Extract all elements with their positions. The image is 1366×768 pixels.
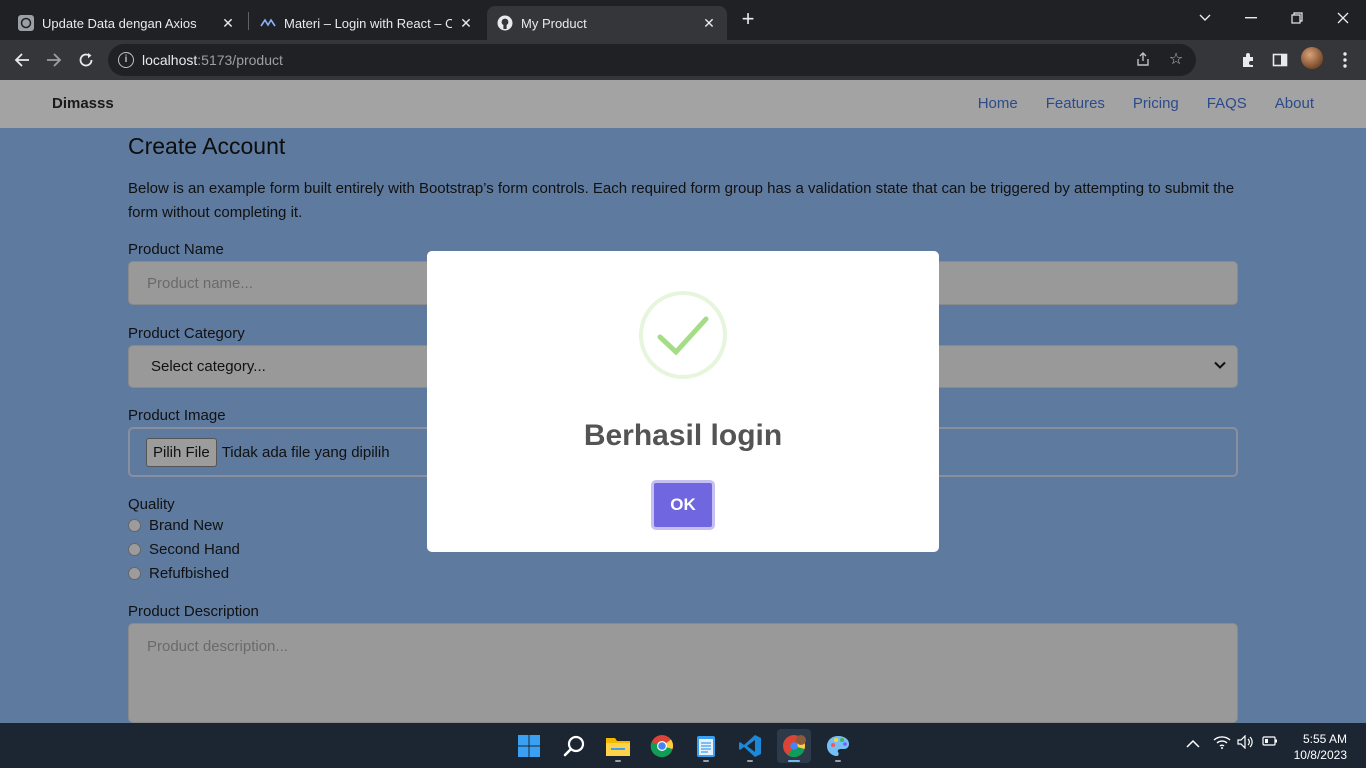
bookmark-star-icon[interactable]: ☆ — [1167, 51, 1185, 69]
tab-update-data[interactable]: Update Data dengan Axios ✕ — [8, 6, 246, 40]
url-path: :5173/product — [197, 52, 283, 68]
page-title: Create Account — [128, 133, 286, 159]
product-description-label: Product Description — [128, 603, 259, 620]
side-panel-icon[interactable] — [1268, 48, 1292, 72]
nav-links: Home Features Pricing FAQS About — [978, 95, 1314, 112]
choose-file-button[interactable]: Pilih File — [146, 437, 217, 467]
radio-button[interactable] — [128, 542, 141, 556]
product-description-textarea[interactable]: Product description... — [128, 623, 1238, 723]
success-dialog: Berhasil login OK — [427, 251, 939, 552]
product-description-placeholder: Product description... — [147, 638, 288, 655]
browser-toolbar: i localhost:5173/product ☆ — [0, 40, 1366, 80]
tab-my-product[interactable]: My Product ✕ — [487, 6, 727, 40]
search-icon[interactable] — [557, 729, 591, 763]
dialog-title: Berhasil login — [583, 419, 783, 452]
chrome-profile-icon[interactable] — [777, 729, 811, 763]
new-tab-icon[interactable]: + — [736, 8, 760, 32]
radio-label: Second Hand — [149, 540, 240, 558]
chatgpt-icon — [18, 15, 34, 31]
nav-link-faqs[interactable]: FAQS — [1207, 95, 1247, 112]
quality-option-refurbished[interactable]: Refufbished — [128, 561, 1238, 585]
vscode-icon[interactable] — [733, 729, 767, 763]
site-info-icon[interactable]: i — [118, 52, 134, 68]
battery-icon[interactable] — [1262, 735, 1278, 750]
address-bar[interactable]: i localhost:5173/product ☆ — [108, 44, 1196, 76]
show-hidden-icons-icon[interactable] — [1186, 737, 1200, 752]
radio-label: Brand New — [149, 516, 224, 534]
ok-button[interactable]: OK — [651, 480, 715, 530]
tab-close-icon[interactable]: ✕ — [458, 15, 474, 31]
tab-search-chevron-icon[interactable] — [1182, 0, 1228, 36]
system-clock[interactable]: 5:55 AM 10/8/2023 — [1294, 731, 1347, 763]
extensions-icon[interactable] — [1236, 48, 1260, 72]
site-navbar: Dimasss Home Features Pricing FAQS About — [0, 80, 1366, 128]
paint-icon[interactable] — [821, 729, 855, 763]
clock-date: 10/8/2023 — [1293, 748, 1347, 762]
file-status-text: Tidak ada file yang dipilih — [221, 443, 390, 461]
tab-title: Materi – Login with React – ONE — [284, 15, 452, 31]
url-host: localhost — [142, 52, 198, 68]
form-description: Below is an example form built entirely … — [128, 180, 1235, 221]
tab-materi-login[interactable]: Materi – Login with React – ONE ✕ — [250, 6, 484, 40]
chevron-down-icon — [1214, 361, 1226, 369]
file-explorer-icon[interactable] — [601, 729, 635, 763]
navbar-brand[interactable]: Dimasss — [52, 95, 114, 112]
tab-title: Update Data dengan Axios — [42, 15, 197, 31]
wifi-icon[interactable] — [1213, 735, 1231, 752]
nav-link-pricing[interactable]: Pricing — [1133, 95, 1179, 112]
menu-dots-icon[interactable] — [1333, 48, 1357, 72]
category-selected-value: Select category... — [151, 358, 266, 375]
tab-title: My Product — [521, 15, 587, 31]
restore-icon[interactable] — [1274, 0, 1320, 36]
minimize-icon[interactable] — [1228, 0, 1274, 36]
radio-label: Refufbished — [149, 564, 230, 582]
windows-taskbar: 5:55 AM 10/8/2023 — [0, 723, 1366, 768]
profile-avatar[interactable] — [1301, 47, 1323, 69]
radio-button[interactable] — [128, 566, 141, 580]
browser-tab-strip: Update Data dengan Axios ✕ Materi – Logi… — [0, 0, 1366, 40]
github-icon — [497, 15, 513, 31]
volume-icon[interactable] — [1237, 734, 1253, 752]
reload-icon[interactable] — [74, 48, 98, 72]
tab-close-icon[interactable]: ✕ — [220, 15, 236, 31]
share-icon[interactable] — [1134, 51, 1152, 69]
success-check-icon — [639, 291, 727, 379]
back-icon[interactable] — [10, 48, 34, 72]
nav-link-home[interactable]: Home — [978, 95, 1018, 112]
notepad-icon[interactable] — [689, 729, 723, 763]
close-window-icon[interactable] — [1320, 0, 1366, 36]
windows-start-icon[interactable] — [512, 729, 546, 763]
chrome-icon[interactable] — [645, 729, 679, 763]
forward-icon[interactable] — [42, 48, 66, 72]
tab-close-icon[interactable]: ✕ — [701, 15, 717, 31]
product-name-placeholder: Product name... — [147, 274, 253, 292]
site-logo-icon — [260, 15, 276, 31]
nav-link-about[interactable]: About — [1275, 95, 1314, 112]
radio-button[interactable] — [128, 518, 141, 532]
clock-time: 5:55 AM — [1302, 732, 1347, 746]
nav-link-features[interactable]: Features — [1046, 95, 1105, 112]
